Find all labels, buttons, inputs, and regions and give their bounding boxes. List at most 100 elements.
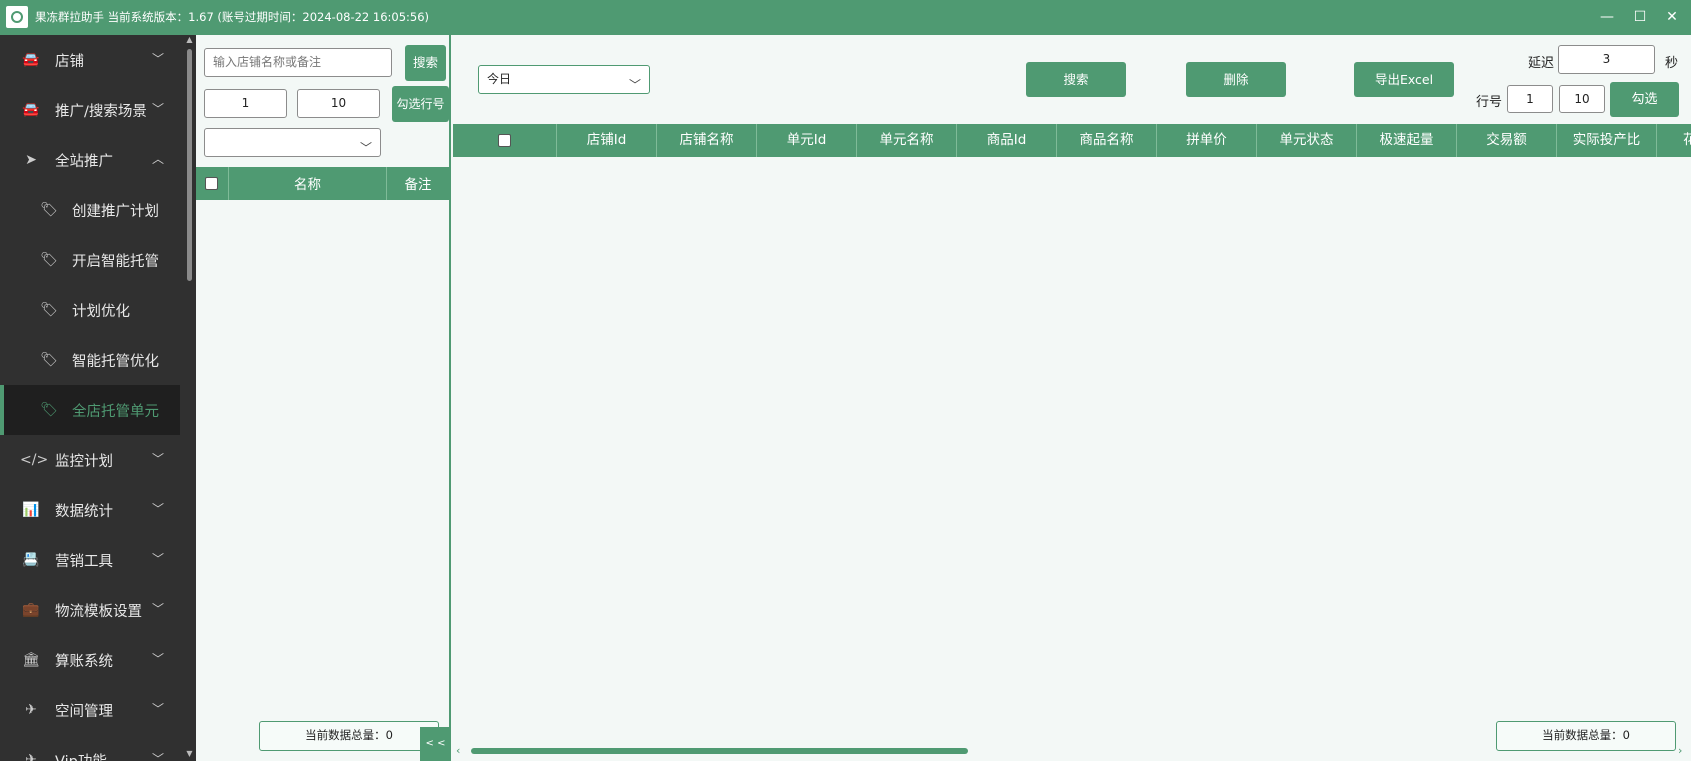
column-header-fast-volume[interactable]: 极速起量 bbox=[1356, 124, 1456, 157]
scroll-down-icon[interactable]: ▼ bbox=[185, 749, 194, 758]
column-header-name[interactable]: 名称 bbox=[228, 167, 386, 200]
search-button[interactable]: 搜索 bbox=[1026, 62, 1126, 97]
select-all-checkbox[interactable] bbox=[498, 134, 511, 147]
sidebar-item-logistics-template[interactable]: 💼 物流模板设置 ﹀ bbox=[0, 585, 180, 635]
total-label: 当前数据总量： bbox=[1542, 728, 1623, 742]
car-icon: 🚘 bbox=[22, 102, 40, 118]
column-header-spend[interactable]: 花 bbox=[1656, 124, 1691, 157]
delay-input[interactable]: 3 bbox=[1558, 45, 1655, 74]
sidebar-item-smart-hosting[interactable]: 🏷 开启智能托管 bbox=[0, 235, 180, 285]
column-header-unit-id[interactable]: 单元Id bbox=[756, 124, 856, 157]
store-dropdown[interactable]: ﹀ bbox=[204, 128, 381, 157]
app-logo-icon bbox=[6, 6, 28, 28]
check-rows-button[interactable]: 勾选行号 bbox=[392, 86, 449, 122]
chevron-down-icon: ﹀ bbox=[151, 652, 164, 666]
minimize-button[interactable]: — bbox=[1595, 6, 1619, 28]
tag-icon: 🏷 bbox=[40, 302, 58, 318]
column-header-transaction-amount[interactable]: 交易额 bbox=[1456, 124, 1556, 157]
collapse-panel-button[interactable]: < < bbox=[420, 727, 451, 761]
column-header-actual-roi[interactable]: 实际投产比 bbox=[1556, 124, 1656, 157]
tag-icon: 🏷 bbox=[40, 402, 58, 418]
row-to-input[interactable]: 10 bbox=[297, 89, 380, 118]
select-all-checkbox[interactable] bbox=[205, 177, 218, 190]
sidebar-item-label: 全站推广 bbox=[55, 154, 113, 170]
sidebar-item-create-plan[interactable]: 🏷 创建推广计划 bbox=[0, 185, 180, 235]
maximize-button[interactable]: ☐ bbox=[1628, 6, 1652, 28]
title-bar: 果冻群拉助手 当前系统版本：1.67 (账号过期时间：2024-08-22 16… bbox=[0, 0, 1691, 35]
sidebar-item-hosting-optimize[interactable]: 🏷 智能托管优化 bbox=[0, 335, 180, 385]
sidebar-item-monitor-plan[interactable]: </> 监控计划 ﹀ bbox=[0, 435, 180, 485]
sidebar-item-label: 计划优化 bbox=[72, 304, 130, 320]
column-header-unit-name[interactable]: 单元名称 bbox=[856, 124, 956, 157]
sidebar-scrollbar[interactable]: ▲ ▼ bbox=[185, 35, 194, 761]
sidebar-item-label: 推广/搜索场景 bbox=[55, 104, 147, 120]
main-row-from-input[interactable]: 1 bbox=[1507, 85, 1553, 113]
column-header-product-name[interactable]: 商品名称 bbox=[1056, 124, 1156, 157]
sidebar-item-label: 空间管理 bbox=[55, 704, 113, 720]
car-icon: 🚘 bbox=[22, 52, 40, 68]
total-label: 当前数据总量： bbox=[305, 728, 386, 742]
row-from-input[interactable]: 1 bbox=[204, 89, 287, 118]
sidebar-item-label: 开启智能托管 bbox=[72, 254, 159, 270]
store-search-input[interactable]: 输入店铺名称或备注 bbox=[204, 48, 392, 77]
column-header-store-name[interactable]: 店铺名称 bbox=[656, 124, 756, 157]
unit-grid-header: 店铺Id 店铺名称 单元Id 单元名称 商品Id 商品名称 拼单价 单元状态 极… bbox=[453, 124, 1691, 157]
export-excel-button[interactable]: 导出Excel bbox=[1354, 62, 1454, 97]
date-range-select[interactable]: 今日 ﹀ bbox=[478, 65, 650, 94]
window-title: 果冻群拉助手 当前系统版本：1.67 (账号过期时间：2024-08-22 16… bbox=[35, 10, 430, 24]
sidebar-item-label: 全店托管单元 bbox=[72, 404, 159, 420]
check-button[interactable]: 勾选 bbox=[1610, 82, 1679, 117]
contact-book-icon: 📇 bbox=[22, 552, 40, 568]
sidebar-item-label: 算账系统 bbox=[55, 654, 113, 670]
sidebar-item-accounting[interactable]: 🏛 算账系统 ﹀ bbox=[0, 635, 180, 685]
sidebar-item-label: Vip功能 bbox=[55, 750, 107, 761]
row-label: 行号 bbox=[1476, 95, 1503, 110]
tag-icon: 🏷 bbox=[40, 252, 58, 268]
plane-icon: ✈ bbox=[25, 752, 37, 761]
chevron-down-icon: ﹀ bbox=[151, 502, 164, 516]
delete-button[interactable]: 删除 bbox=[1186, 62, 1286, 97]
column-header-store-id[interactable]: 店铺Id bbox=[556, 124, 656, 157]
code-icon: </> bbox=[20, 452, 49, 468]
briefcase-icon: 💼 bbox=[22, 602, 40, 618]
plane-icon: ✈ bbox=[25, 702, 37, 718]
column-header-product-id[interactable]: 商品Id bbox=[956, 124, 1056, 157]
store-list-panel: 输入店铺名称或备注 搜索 1 10 勾选行号 ﹀ 名称 备注 当前数据总量：0 … bbox=[196, 35, 451, 761]
delay-unit: 秒 bbox=[1665, 56, 1679, 71]
scroll-up-icon[interactable]: ▲ bbox=[185, 35, 194, 44]
close-button[interactable]: ✕ bbox=[1660, 6, 1684, 28]
left-total-count: 当前数据总量：0 bbox=[259, 721, 439, 751]
sidebar-item-statistics[interactable]: 📊 数据统计 ﹀ bbox=[0, 485, 180, 535]
scroll-right-icon[interactable]: › bbox=[1678, 744, 1682, 757]
column-header-remark[interactable]: 备注 bbox=[386, 167, 449, 200]
sidebar-item-promotion-search[interactable]: 🚘 推广/搜索场景 ﹀ bbox=[0, 85, 180, 135]
store-search-button[interactable]: 搜索 bbox=[405, 45, 446, 81]
horizontal-scrollbar[interactable]: ‹ › bbox=[453, 743, 1691, 759]
total-value: 0 bbox=[1622, 728, 1630, 742]
main-content: 今日 ﹀ 搜索 删除 导出Excel 延迟 3 秒 行号 1 10 勾选 店铺I… bbox=[453, 35, 1691, 761]
column-header-group-price[interactable]: 拼单价 bbox=[1156, 124, 1256, 157]
tag-icon: 🏷 bbox=[40, 352, 58, 368]
main-row-to-input[interactable]: 10 bbox=[1559, 85, 1605, 113]
column-header-unit-status[interactable]: 单元状态 bbox=[1256, 124, 1356, 157]
date-range-value: 今日 bbox=[487, 72, 512, 86]
sidebar: 🚘 店铺 ﹀ 🚘 推广/搜索场景 ﹀ ➤ 全站推广 ︿ 🏷 创建推广计划 🏷 开… bbox=[0, 35, 196, 761]
sidebar-item-store-hosting-unit[interactable]: 🏷 全店托管单元 bbox=[0, 385, 180, 435]
sidebar-item-vip[interactable]: ✈ Vip功能 ﹀ bbox=[0, 735, 180, 761]
sidebar-item-marketing-tools[interactable]: 📇 营销工具 ﹀ bbox=[0, 535, 180, 585]
chevron-down-icon: ﹀ bbox=[151, 702, 164, 716]
scrollbar-thumb[interactable] bbox=[471, 748, 968, 754]
chevron-down-icon: ﹀ bbox=[151, 602, 164, 616]
scrollbar-thumb[interactable] bbox=[187, 49, 192, 281]
sidebar-item-space-management[interactable]: ✈ 空间管理 ﹀ bbox=[0, 685, 180, 735]
chevron-down-icon: ﹀ bbox=[151, 452, 164, 466]
scroll-left-icon[interactable]: ‹ bbox=[456, 744, 460, 757]
sidebar-item-store[interactable]: 🚘 店铺 ﹀ bbox=[0, 35, 180, 85]
chevron-down-icon: ﹀ bbox=[359, 141, 372, 155]
tag-icon: 🏷 bbox=[40, 202, 58, 218]
sidebar-item-site-promotion[interactable]: ➤ 全站推广 ︿ bbox=[0, 135, 180, 185]
bar-chart-icon: 📊 bbox=[22, 502, 40, 518]
chevron-down-icon: ﹀ bbox=[151, 552, 164, 566]
sidebar-item-label: 营销工具 bbox=[55, 554, 113, 570]
sidebar-item-plan-optimize[interactable]: 🏷 计划优化 bbox=[0, 285, 180, 335]
